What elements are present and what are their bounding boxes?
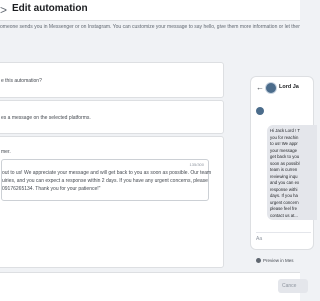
preview-message-bubble: Hi Jack Lord ! T you for reachin to us! …: [267, 125, 317, 220]
messenger-icon: [256, 258, 261, 264]
preview-contact-name: Lord Ja: [279, 84, 299, 90]
bubble-line: get back to you: [270, 154, 300, 159]
bubble-line: please feel fre: [270, 206, 297, 211]
preview-in-messenger-button[interactable]: Preview in Mes: [256, 258, 308, 269]
avatar: [256, 107, 264, 115]
page-title: Edit automation: [12, 3, 88, 14]
message-card: mer. 135/300 out to us! We appreciate yo…: [0, 136, 224, 268]
message-line: uiries, and you can expect a response wi…: [2, 178, 208, 184]
bubble-line: team is curren: [270, 167, 298, 172]
preview-message-input[interactable]: Aa: [256, 232, 311, 246]
bubble-line: response withi: [270, 186, 298, 192]
back-arrow-icon[interactable]: >: [0, 3, 7, 17]
message-line: 09176265134. Thank you for your patience…: [2, 186, 101, 192]
bubble-line: you for reachin: [270, 134, 299, 140]
card-question: e this automation?: [1, 78, 42, 84]
message-textarea[interactable]: 135/300 out to us! We appreciate your me…: [1, 159, 212, 201]
bubble-line: to us! We appr: [270, 141, 298, 146]
bubble-line: contact us at...: [270, 212, 298, 218]
bubble-line: your message: [270, 147, 297, 153]
bubble-line: soon as possibl: [270, 160, 300, 166]
bubble-line: Hi Jack Lord ! T: [270, 128, 301, 133]
messenger-preview-panel: ← Lord Ja Hi Jack Lord ! T you for reach…: [250, 76, 317, 250]
preview-button-label: Preview in Mes: [263, 258, 294, 263]
back-arrow-icon[interactable]: ←: [256, 83, 264, 92]
page-description: omeone sends you in Messenger or on Inst…: [0, 24, 300, 30]
avatar: [265, 82, 277, 94]
character-counter: 135/300: [189, 162, 204, 167]
bubble-line: and you can ex: [270, 180, 300, 185]
setting-card-name: e this automation?: [0, 62, 224, 98]
bubble-line: urgent concern: [270, 199, 299, 205]
top-bar: > Edit automation: [0, 0, 300, 21]
message-line: out to us! We appreciate your message an…: [2, 170, 212, 176]
setting-card-platforms: es a message on the selected platforms.: [0, 100, 224, 134]
cancel-button[interactable]: Cance: [278, 279, 308, 293]
message-label: mer.: [1, 149, 11, 155]
bubble-line: reviewing inqu: [270, 173, 298, 179]
footer-bar: Cance: [0, 272, 308, 301]
bubble-line: days. If you ha: [270, 193, 298, 198]
card-platform-text: es a message on the selected platforms.: [1, 115, 91, 121]
